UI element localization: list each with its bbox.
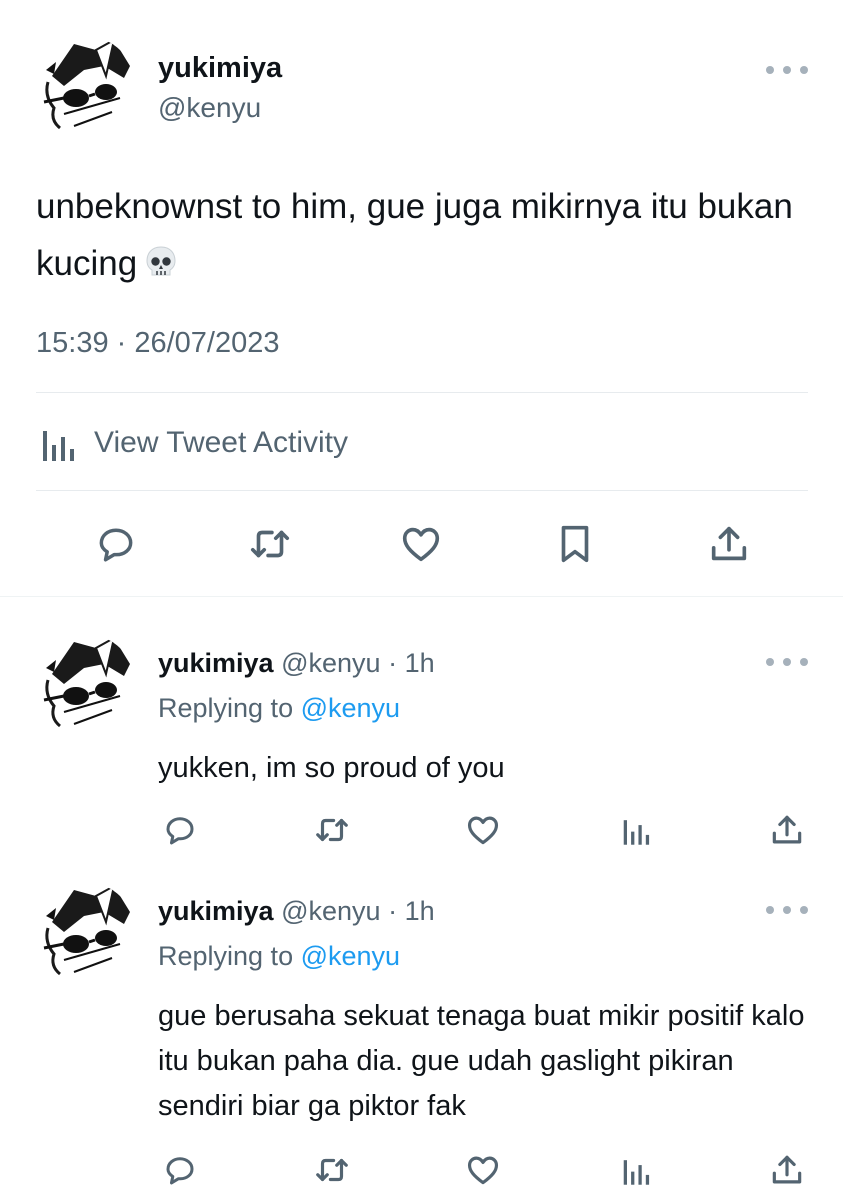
avatar[interactable] (34, 882, 136, 984)
retweet-icon[interactable] (246, 520, 294, 568)
like-icon[interactable] (463, 810, 503, 850)
bookmark-icon[interactable] (551, 520, 599, 568)
more-options-icon[interactable] (766, 656, 810, 668)
display-name[interactable]: yukimiya (158, 648, 274, 678)
avatar[interactable] (34, 36, 136, 138)
reply-time[interactable]: · 1h (388, 896, 435, 926)
mention-link[interactable]: @kenyu (301, 941, 400, 971)
reply-tweet[interactable]: yukimiya @kenyu · 1h Replying to @kenyu … (0, 882, 843, 1200)
tweet-timestamp[interactable]: 15:39 · 26/07/2023 (36, 327, 279, 360)
replying-to: Replying to @kenyu (158, 941, 400, 972)
reply-header: yukimiya @kenyu · 1h (158, 896, 435, 927)
tweet-text: unbeknownst to him, gue juga mikirnya it… (36, 178, 806, 292)
avatar-image (35, 37, 135, 137)
section-separator (0, 596, 843, 597)
more-options-icon[interactable] (766, 64, 810, 76)
reply-text: yukken, im so proud of you (158, 752, 505, 784)
share-icon[interactable] (705, 520, 753, 568)
reply-tweet[interactable]: yukimiya @kenyu · 1h Replying to @kenyu … (0, 634, 843, 866)
replying-prefix: Replying to (158, 941, 294, 971)
analytics-icon[interactable] (616, 810, 656, 850)
analytics-icon[interactable] (616, 1150, 656, 1190)
avatar[interactable] (34, 634, 136, 736)
retweet-icon[interactable] (312, 1150, 352, 1190)
display-name[interactable]: yukimiya (158, 52, 282, 85)
share-icon[interactable] (767, 810, 807, 850)
like-icon[interactable] (397, 520, 445, 568)
reply-icon[interactable] (92, 520, 140, 568)
skull-emoji-icon (143, 240, 179, 276)
reply-icon[interactable] (160, 1150, 200, 1190)
main-tweet: yukimiya @kenyu unbeknownst to him, gue … (0, 0, 843, 598)
analytics-icon (43, 431, 74, 461)
replying-prefix: Replying to (158, 693, 294, 723)
avatar-image (35, 635, 135, 735)
share-icon[interactable] (767, 1150, 807, 1190)
replying-to: Replying to @kenyu (158, 693, 400, 724)
reply-time[interactable]: · 1h (388, 648, 435, 678)
reply-text: gue berusaha sekuat tenaga buat mikir po… (158, 1000, 805, 1122)
user-handle[interactable]: @kenyu (281, 648, 380, 678)
activity-label: View Tweet Activity (94, 426, 349, 459)
divider (36, 392, 808, 393)
avatar-image (35, 883, 135, 983)
reply-header: yukimiya @kenyu · 1h (158, 648, 435, 679)
divider (36, 490, 808, 491)
mention-link[interactable]: @kenyu (301, 693, 400, 723)
more-options-icon[interactable] (766, 904, 810, 916)
display-name[interactable]: yukimiya (158, 896, 274, 926)
retweet-icon[interactable] (312, 810, 352, 850)
view-tweet-activity[interactable]: View Tweet Activity (36, 418, 348, 468)
user-handle[interactable]: @kenyu (158, 92, 261, 124)
reply-icon[interactable] (160, 810, 200, 850)
like-icon[interactable] (463, 1150, 503, 1190)
user-handle[interactable]: @kenyu (281, 896, 380, 926)
